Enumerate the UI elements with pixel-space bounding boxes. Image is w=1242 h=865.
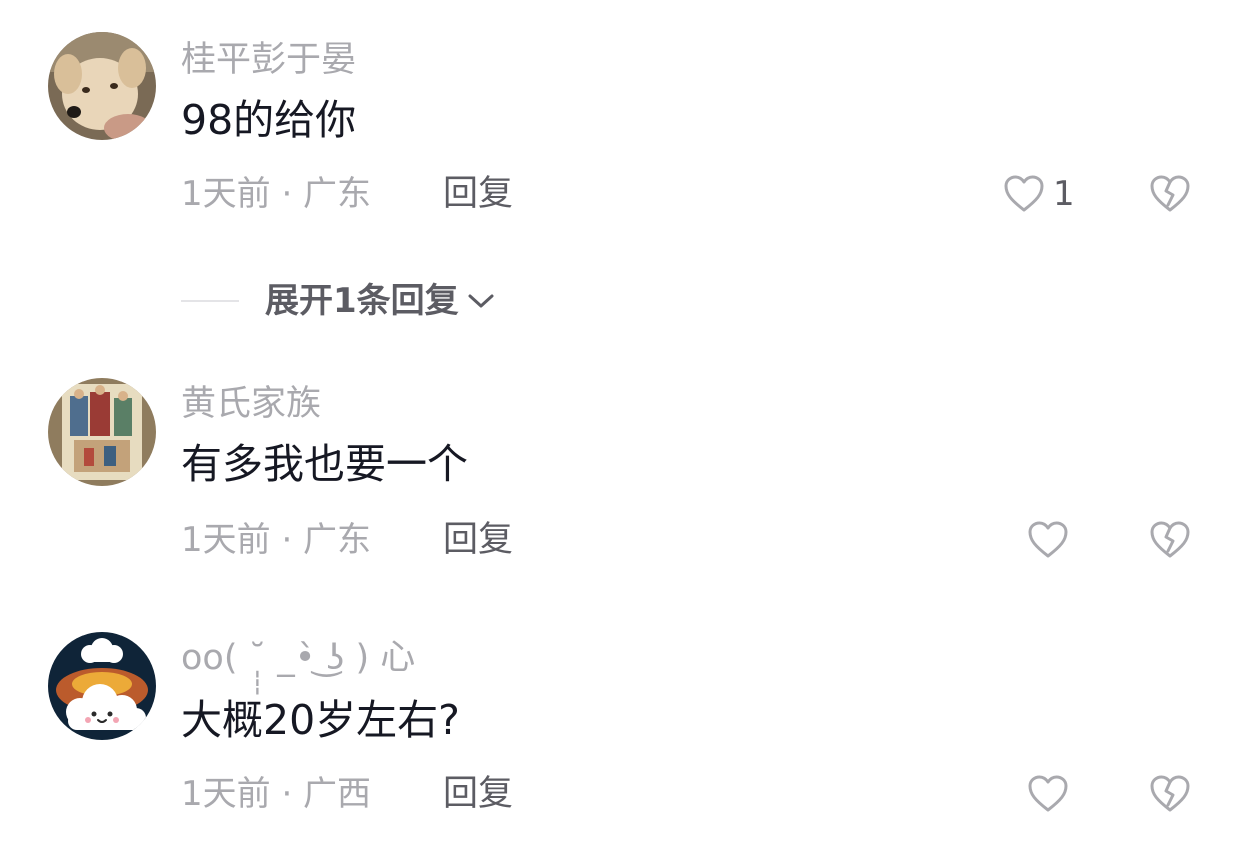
reply-button[interactable]: 回复 [443,172,513,216]
comment-meta: 1天前 · 广东 [181,174,372,214]
like-button[interactable]: 1 [1003,172,1075,216]
dislike-button[interactable] [1149,518,1191,562]
heart-icon [1004,175,1044,212]
dislike-button[interactable] [1149,172,1191,216]
comment-meta: 1天前 · 广东 [181,520,372,560]
comment-text: 有多我也要一个 [181,440,468,488]
divider-line [181,300,239,302]
heart-icon [1028,521,1068,558]
reply-button[interactable]: 回复 [443,772,513,816]
like-button[interactable] [1027,518,1069,562]
reply-button[interactable]: 回复 [443,518,513,562]
painting-avatar-icon [48,378,156,486]
user-avatar[interactable] [48,378,156,486]
broken-heart-icon [1150,775,1190,812]
like-count: 1 [1053,174,1075,214]
comment-username[interactable]: oo( ˘̩̩̩ _•̀ ͜ʖ ) 心 [181,636,415,680]
comment-meta: 1天前 · 广西 [181,774,372,814]
user-avatar[interactable] [48,32,156,140]
chevron-down-icon [468,294,494,308]
dog-photo-avatar-icon [48,32,156,140]
expand-replies-label: 展开1条回复 [265,281,459,321]
dislike-button[interactable] [1149,772,1191,816]
comment-username[interactable]: 桂平彭于晏 [181,38,356,82]
cloud-avatar-icon [48,632,156,740]
expand-replies-button[interactable]: 展开1条回复 [181,278,495,324]
broken-heart-icon [1150,175,1190,212]
comment-username[interactable]: 黄氏家族 [181,382,321,426]
heart-icon [1028,775,1068,812]
comment-text: 98的给你 [181,96,357,144]
comment-text: 大概20岁左右? [181,696,460,744]
broken-heart-icon [1150,521,1190,558]
user-avatar[interactable] [48,632,156,740]
like-button[interactable] [1027,772,1069,816]
